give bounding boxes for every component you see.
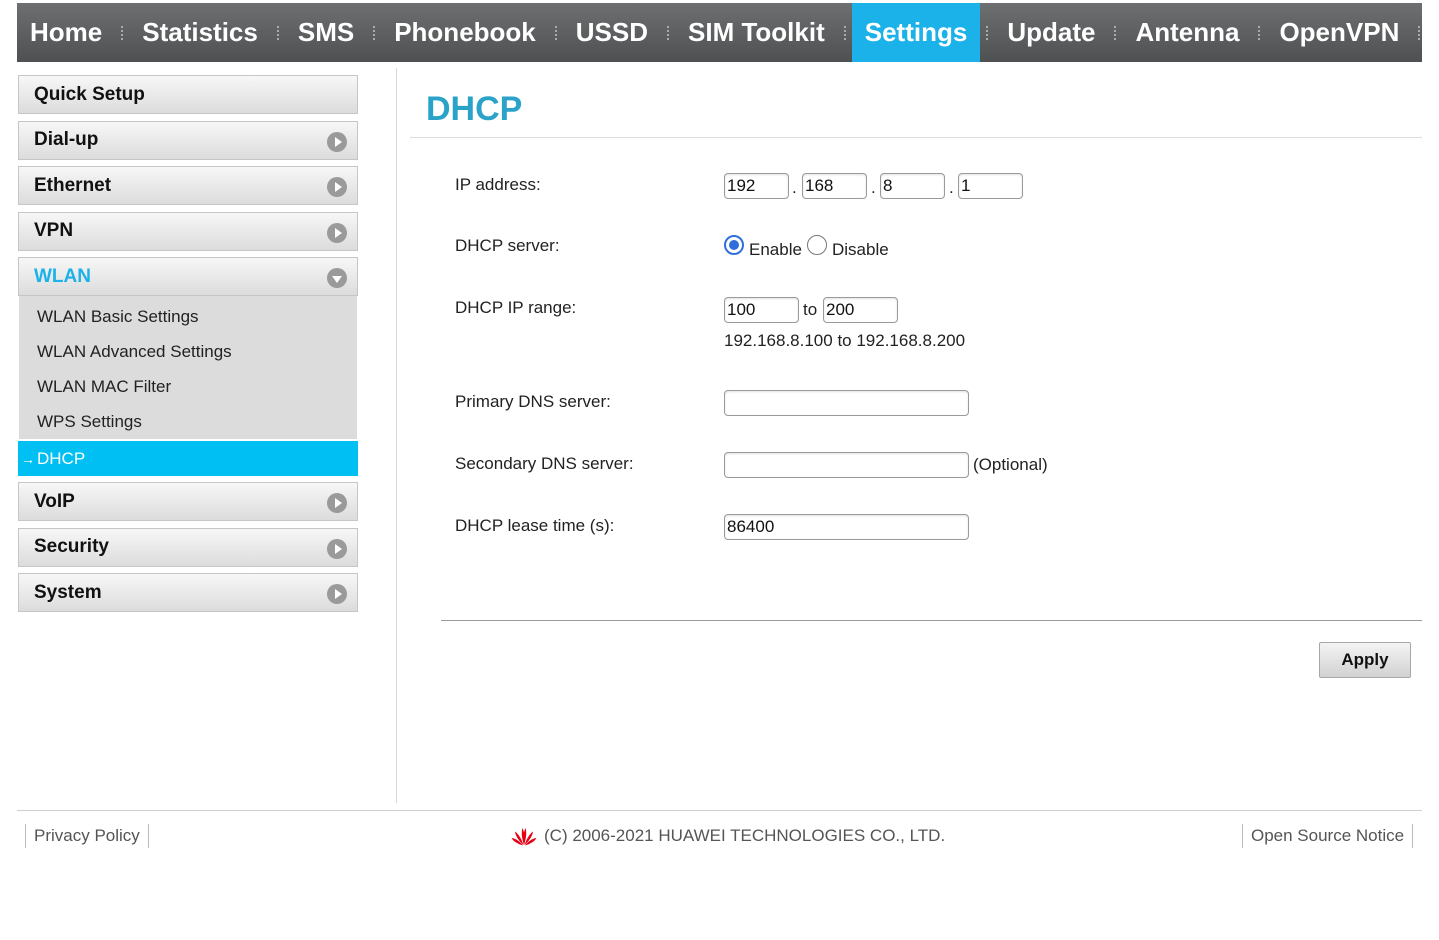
ip-dot-separator: . xyxy=(871,178,876,197)
submenu-item-wlan-basic[interactable]: WLAN Basic Settings xyxy=(19,299,357,334)
dhcp-disable-label[interactable]: Disable xyxy=(832,240,889,260)
submenu-item-dhcp[interactable]: → DHCP xyxy=(18,441,358,476)
nav-settings[interactable]: Settings xyxy=(851,3,981,62)
dhcp-disable-radio[interactable] xyxy=(807,235,827,255)
dhcp-enable-label[interactable]: Enable xyxy=(749,240,802,260)
submenu-item-label: DHCP xyxy=(37,448,86,468)
ip-range-start-input[interactable] xyxy=(724,297,799,323)
nav-separator xyxy=(1114,25,1117,40)
sidebar-item-security[interactable]: Security xyxy=(18,527,358,567)
page-title: DHCP xyxy=(426,90,523,128)
sidebar-item-label: WLAN xyxy=(34,265,91,287)
sidebar: Quick Setup Dial-up Ethernet VPN WLAN WL… xyxy=(18,75,358,619)
ip-address-label: IP address: xyxy=(455,175,541,194)
form-divider xyxy=(441,620,1422,621)
title-divider xyxy=(410,137,1422,138)
nav-update[interactable]: Update xyxy=(994,3,1108,62)
nav-sim-toolkit[interactable]: SIM Toolkit xyxy=(675,3,838,62)
sidebar-item-voip[interactable]: VoIP xyxy=(18,482,358,521)
ip-octet-1-input[interactable] xyxy=(724,173,789,199)
ip-dot-separator: . xyxy=(949,178,954,197)
nav-statistics[interactable]: Statistics xyxy=(129,3,271,62)
sidebar-item-system[interactable]: System xyxy=(18,573,358,612)
ip-range-summary: 192.168.8.100 to 192.168.8.200 xyxy=(724,331,966,350)
chevron-right-icon xyxy=(327,538,347,559)
primary-dns-label: Primary DNS server: xyxy=(455,392,611,411)
wlan-submenu: WLAN Basic Settings WLAN Advanced Settin… xyxy=(19,296,357,439)
open-source-notice-link[interactable]: Open Source Notice xyxy=(1242,824,1414,848)
sidebar-item-label: System xyxy=(34,581,102,603)
ip-range-end-input[interactable] xyxy=(823,297,898,323)
ip-octet-4-input[interactable] xyxy=(958,173,1023,199)
nav-separator xyxy=(667,25,670,40)
footer-divider xyxy=(17,810,1422,811)
nav-separator xyxy=(276,25,279,40)
chevron-down-icon xyxy=(327,268,347,288)
nav-antenna[interactable]: Antenna xyxy=(1122,3,1252,62)
nav-separator xyxy=(121,25,124,40)
ip-octet-3-input[interactable] xyxy=(880,173,945,199)
submenu-item-wlan-advanced[interactable]: WLAN Advanced Settings xyxy=(19,334,357,369)
privacy-policy-link[interactable]: Privacy Policy xyxy=(25,824,149,848)
chevron-right-icon xyxy=(327,131,347,152)
sidebar-item-ethernet[interactable]: Ethernet xyxy=(18,166,358,205)
sidebar-item-label: Quick Setup xyxy=(34,83,145,105)
chevron-right-icon xyxy=(327,177,347,197)
nav-separator xyxy=(986,25,989,40)
dhcp-ip-range-label: DHCP IP range: xyxy=(455,298,577,317)
chevron-right-icon xyxy=(327,222,347,243)
submenu-item-wlan-mac-filter[interactable]: WLAN MAC Filter xyxy=(19,369,357,404)
top-navigation: Home Statistics SMS Phonebook USSD SIM T… xyxy=(17,3,1422,62)
ip-octet-2-input[interactable] xyxy=(802,173,867,199)
nav-separator xyxy=(373,25,376,40)
submenu-item-wps[interactable]: WPS Settings xyxy=(19,404,357,439)
sidebar-item-vpn[interactable]: VPN xyxy=(18,211,358,251)
nav-separator xyxy=(1418,25,1421,40)
dhcp-enable-radio[interactable] xyxy=(724,235,744,255)
nav-phonebook[interactable]: Phonebook xyxy=(381,3,549,62)
chevron-right-icon xyxy=(327,584,347,604)
nav-openvpn[interactable]: OpenVPN xyxy=(1266,3,1412,62)
optional-note: (Optional) xyxy=(973,455,1048,474)
nav-ussd[interactable]: USSD xyxy=(563,3,661,62)
nav-separator xyxy=(1258,25,1261,40)
ip-range-to-label: to xyxy=(803,300,818,319)
sidebar-item-label: VoIP xyxy=(34,490,75,512)
sidebar-item-label: VPN xyxy=(34,220,74,241)
lease-time-label: DHCP lease time (s): xyxy=(455,516,615,535)
ip-dot-separator: . xyxy=(792,178,797,197)
secondary-dns-label: Secondary DNS server: xyxy=(455,454,634,473)
huawei-logo-icon xyxy=(511,828,537,846)
apply-button[interactable]: Apply xyxy=(1319,642,1411,678)
nav-separator xyxy=(843,25,846,40)
sidebar-item-dial-up[interactable]: Dial-up xyxy=(18,120,358,160)
nav-home[interactable]: Home xyxy=(17,3,115,62)
dhcp-server-label: DHCP server: xyxy=(455,236,560,255)
copyright: (C) 2006-2021 HUAWEI TECHNOLOGIES CO., L… xyxy=(510,826,945,846)
sidebar-item-label: Security xyxy=(34,536,109,557)
arrow-right-icon: → xyxy=(21,450,35,467)
primary-dns-input[interactable] xyxy=(724,390,969,416)
sidebar-item-quick-setup[interactable]: Quick Setup xyxy=(18,75,358,114)
chevron-right-icon xyxy=(327,493,347,513)
nav-sms[interactable]: SMS xyxy=(285,3,367,62)
sidebar-item-wlan[interactable]: WLAN xyxy=(18,257,358,296)
secondary-dns-input[interactable] xyxy=(724,452,969,478)
sidebar-item-label: Dial-up xyxy=(34,129,99,150)
copyright-text: (C) 2006-2021 HUAWEI TECHNOLOGIES CO., L… xyxy=(544,826,946,845)
vertical-divider xyxy=(396,68,397,803)
nav-separator xyxy=(554,25,557,40)
sidebar-item-label: Ethernet xyxy=(34,174,112,196)
lease-time-input[interactable] xyxy=(724,514,969,540)
